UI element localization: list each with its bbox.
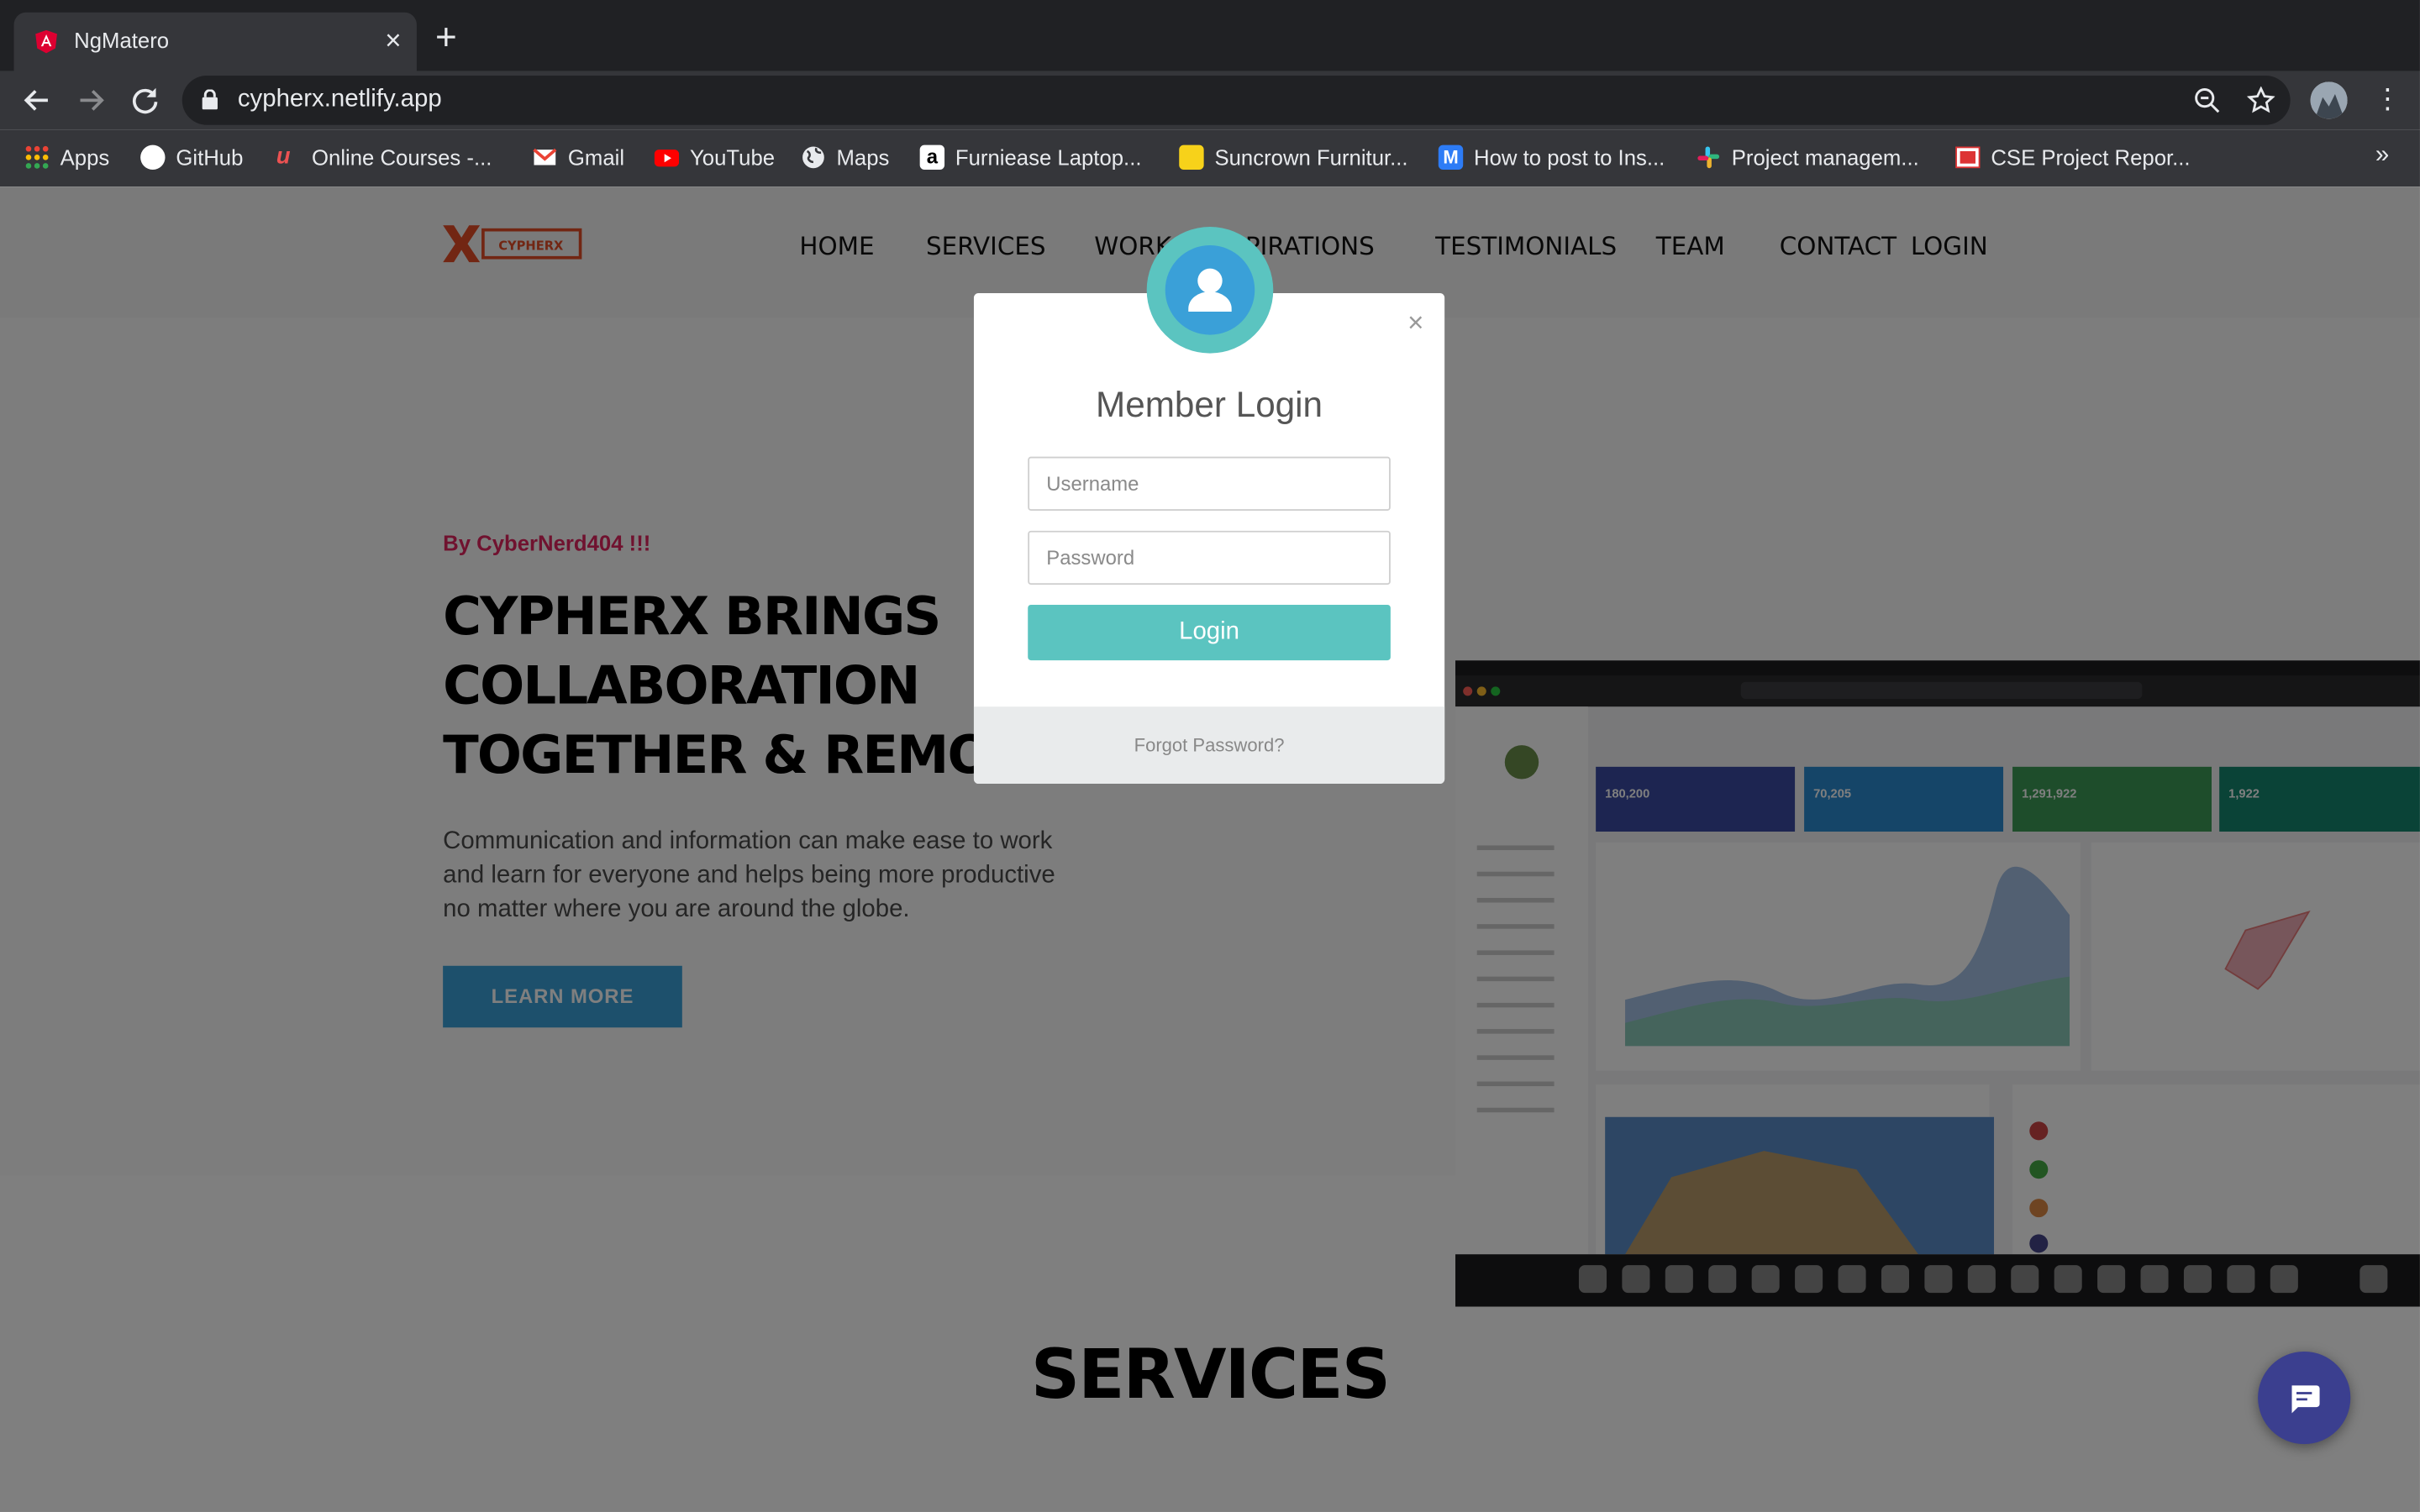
reload-icon[interactable] — [128, 83, 161, 117]
bookmarks-overflow-icon[interactable]: » — [2375, 142, 2389, 170]
bookmark-label: Furniease Laptop... — [955, 144, 1142, 171]
forward-arrow-icon[interactable] — [74, 83, 108, 117]
browser-window: NgMatero × + cypherx.netlify.app ⋮ Apps … — [0, 0, 2420, 1512]
bookmark-label: Project managem... — [1731, 144, 1919, 171]
bookmark-suncrown[interactable]: Suncrown Furnitur... — [1179, 144, 1408, 171]
bookmark-label: GitHub — [176, 144, 244, 171]
profile-avatar[interactable] — [2310, 81, 2348, 119]
zoom-icon[interactable] — [2193, 87, 2221, 114]
bookmark-label: YouTube — [690, 144, 776, 171]
udemy-icon: u — [276, 143, 291, 171]
amazon-icon: a — [919, 144, 945, 171]
tab-title: NgMatero — [74, 28, 170, 53]
bookmark-project-management[interactable]: Project managem... — [1697, 144, 1919, 171]
bookmark-label: CSE Project Repor... — [1991, 144, 2191, 171]
slack-icon — [1697, 145, 1721, 170]
new-tab-icon[interactable]: + — [435, 19, 457, 57]
globe-icon — [801, 145, 825, 170]
bookmark-label: Apps — [60, 144, 110, 171]
bookmark-apps[interactable]: Apps — [24, 144, 109, 171]
modal-close-icon[interactable]: × — [1407, 307, 1423, 339]
bookmark-label: Gmail — [567, 144, 625, 171]
bookmark-label: Online Courses -... — [312, 144, 492, 171]
more-menu-icon[interactable]: ⋮ — [2374, 83, 2402, 114]
tab-ngmatero[interactable]: NgMatero × — [13, 12, 417, 71]
close-icon[interactable]: × — [385, 24, 401, 57]
bookmark-how-to-post[interactable]: M How to post to Ins... — [1438, 144, 1665, 171]
star-icon[interactable] — [2246, 86, 2275, 114]
bookmark-label: How to post to Ins... — [1474, 144, 1665, 171]
modal-title: Member Login — [1096, 384, 1323, 425]
angular-icon — [34, 29, 58, 54]
flipkart-icon — [1179, 144, 1204, 171]
password-input[interactable] — [1028, 530, 1391, 585]
back-arrow-icon[interactable] — [20, 83, 54, 117]
bookmark-github[interactable]: GitHub — [140, 144, 243, 171]
bookmark-maps[interactable]: Maps — [801, 144, 889, 171]
chat-bubble-icon — [2291, 1385, 2320, 1414]
browser-toolbar: cypherx.netlify.app ⋮ — [0, 71, 2420, 130]
bookmark-cse-project[interactable]: CSE Project Repor... — [1955, 144, 2191, 171]
bookmark-gmail[interactable]: Gmail — [533, 144, 624, 171]
forgot-password-link[interactable]: Forgot Password? — [974, 734, 1444, 756]
address-bar[interactable]: cypherx.netlify.app — [182, 75, 2291, 125]
bookmark-label: Suncrown Furnitur... — [1214, 144, 1408, 171]
bookmarks-bar: Apps GitHub u Online Courses -... Gmail … — [0, 129, 2420, 189]
username-input[interactable] — [1028, 456, 1391, 511]
tab-strip: NgMatero × + — [0, 0, 2420, 71]
apps-grid-icon — [24, 145, 49, 170]
login-button[interactable]: Login — [1028, 604, 1391, 661]
bookmark-youtube[interactable]: YouTube — [654, 144, 776, 171]
chat-button[interactable] — [2258, 1351, 2351, 1445]
gmail-icon — [533, 145, 557, 170]
avatar-circle — [1165, 245, 1255, 335]
url-text: cypherx.netlify.app — [237, 86, 442, 113]
youtube-icon — [654, 145, 680, 170]
bookmark-label: Maps — [836, 144, 890, 171]
user-avatar-icon — [1146, 226, 1274, 354]
github-icon — [140, 144, 166, 171]
bookmark-online-courses[interactable]: u Online Courses -... — [276, 144, 492, 171]
lock-icon — [202, 89, 218, 110]
medium-icon: M — [1438, 144, 1464, 171]
slides-icon — [1955, 145, 1981, 170]
bookmark-furniease[interactable]: a Furniease Laptop... — [919, 144, 1142, 171]
